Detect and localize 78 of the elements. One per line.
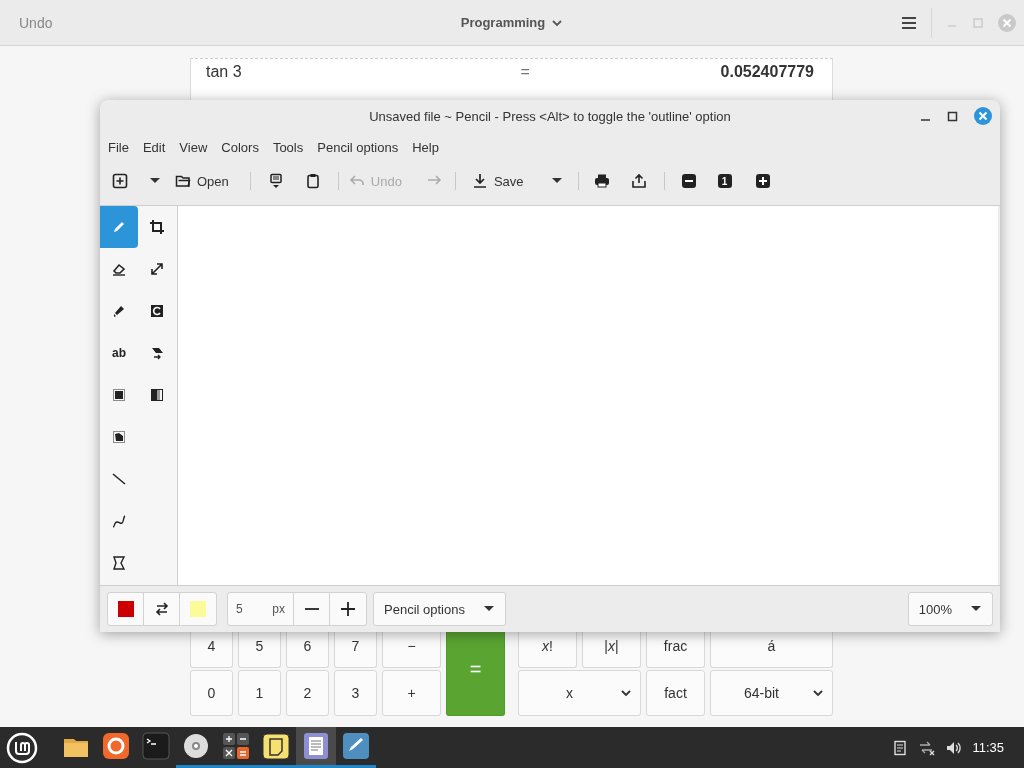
terminal-icon: [141, 731, 171, 761]
zoom-dropdown[interactable]: 100%: [907, 592, 993, 626]
new-icon[interactable]: [112, 173, 128, 189]
sticky-note-icon: [261, 731, 291, 761]
folder-icon: [175, 173, 191, 189]
menu-item[interactable]: Pencil options: [310, 139, 406, 155]
key-button[interactable]: 1: [238, 670, 281, 716]
print-icon[interactable]: [593, 173, 610, 189]
key-button[interactable]: 0: [190, 670, 233, 716]
import-icon[interactable]: [267, 173, 284, 189]
text-editor-icon: [301, 731, 331, 761]
notes-icon[interactable]: [892, 739, 909, 756]
key-button[interactable]: 6: [286, 632, 329, 668]
zoom-out-icon[interactable]: [680, 173, 697, 189]
dropdown-button[interactable]: 64-bit: [710, 670, 833, 716]
size-field[interactable]: 5 px: [228, 593, 294, 625]
filters-icon: [149, 387, 165, 403]
shape-icon: [111, 555, 127, 571]
highlighter-icon: [111, 303, 127, 319]
close-icon[interactable]: [974, 107, 992, 125]
eraser-icon: [111, 261, 127, 277]
swap-icon: [153, 601, 170, 617]
disc-icon: [181, 731, 211, 761]
key-button[interactable]: −: [382, 632, 441, 668]
key-button[interactable]: 7: [334, 632, 377, 668]
menu-item[interactable]: View: [172, 139, 215, 155]
key-button[interactable]: á: [710, 632, 833, 668]
free-selection-icon: [111, 429, 127, 445]
key-button[interactable]: |x|: [582, 632, 641, 668]
zoom-in-icon[interactable]: [754, 173, 771, 189]
menu-icon[interactable]: [901, 14, 917, 31]
menu-logo-icon[interactable]: [6, 731, 38, 764]
network-disconnected-icon[interactable]: [918, 739, 937, 756]
save-button[interactable]: Save: [471, 173, 524, 189]
tool-button[interactable]: ab: [100, 332, 138, 374]
curve-icon: [111, 513, 127, 529]
text-tool-label: ab: [112, 346, 126, 360]
menu-item[interactable]: Colors: [214, 139, 266, 155]
result-text: 0.052407779: [720, 63, 814, 81]
skew-icon: [149, 345, 165, 361]
resize-icon: [149, 261, 165, 277]
chevron-icon: [812, 687, 824, 699]
menu-item[interactable]: Tools: [265, 139, 311, 155]
share-icon[interactable]: [630, 173, 647, 189]
maximize-icon[interactable]: [947, 110, 958, 122]
rotate-icon: [149, 303, 165, 319]
key-button[interactable]: x!: [518, 632, 577, 668]
zoom-reset-button[interactable]: 1: [717, 174, 732, 188]
key-button[interactable]: 5: [238, 632, 281, 668]
chevron-icon: [620, 687, 632, 699]
menu-item[interactable]: File: [101, 139, 136, 155]
equals-sign: =: [520, 63, 531, 81]
options-dropdown[interactable]: Pencil options: [373, 592, 506, 626]
plus-icon: [340, 602, 356, 616]
menu-item[interactable]: Edit: [135, 139, 173, 155]
key-button[interactable]: 3: [334, 670, 377, 716]
open-button[interactable]: Open: [175, 173, 229, 189]
pencil-icon: [111, 219, 127, 235]
key-button[interactable]: frac: [646, 632, 705, 668]
window-title: Unsaved file ~ Pencil - Press <Alt> to toggle the 'outline' option: [369, 108, 731, 124]
mode-dropdown[interactable]: Programming: [454, 14, 570, 31]
download-icon: [471, 173, 488, 189]
clipboard-icon[interactable]: [304, 173, 321, 189]
key-button[interactable]: fact: [646, 670, 705, 716]
key-button[interactable]: +: [382, 670, 441, 716]
expression-text: tan 3: [206, 63, 243, 81]
key-button[interactable]: 2: [286, 670, 329, 716]
pencil-app-icon: [341, 731, 371, 761]
menu-item[interactable]: Help: [405, 139, 446, 155]
line-icon: [111, 471, 127, 487]
calculator-icon: [221, 731, 251, 761]
taskbar-app[interactable]: [296, 727, 336, 768]
key-button[interactable]: 4: [190, 632, 233, 668]
selection-icon: [111, 387, 127, 403]
clock[interactable]: 11:35: [972, 740, 1004, 755]
dropdown-button[interactable]: x: [518, 670, 641, 716]
crop-icon: [149, 219, 165, 235]
browser-icon: [101, 731, 131, 761]
